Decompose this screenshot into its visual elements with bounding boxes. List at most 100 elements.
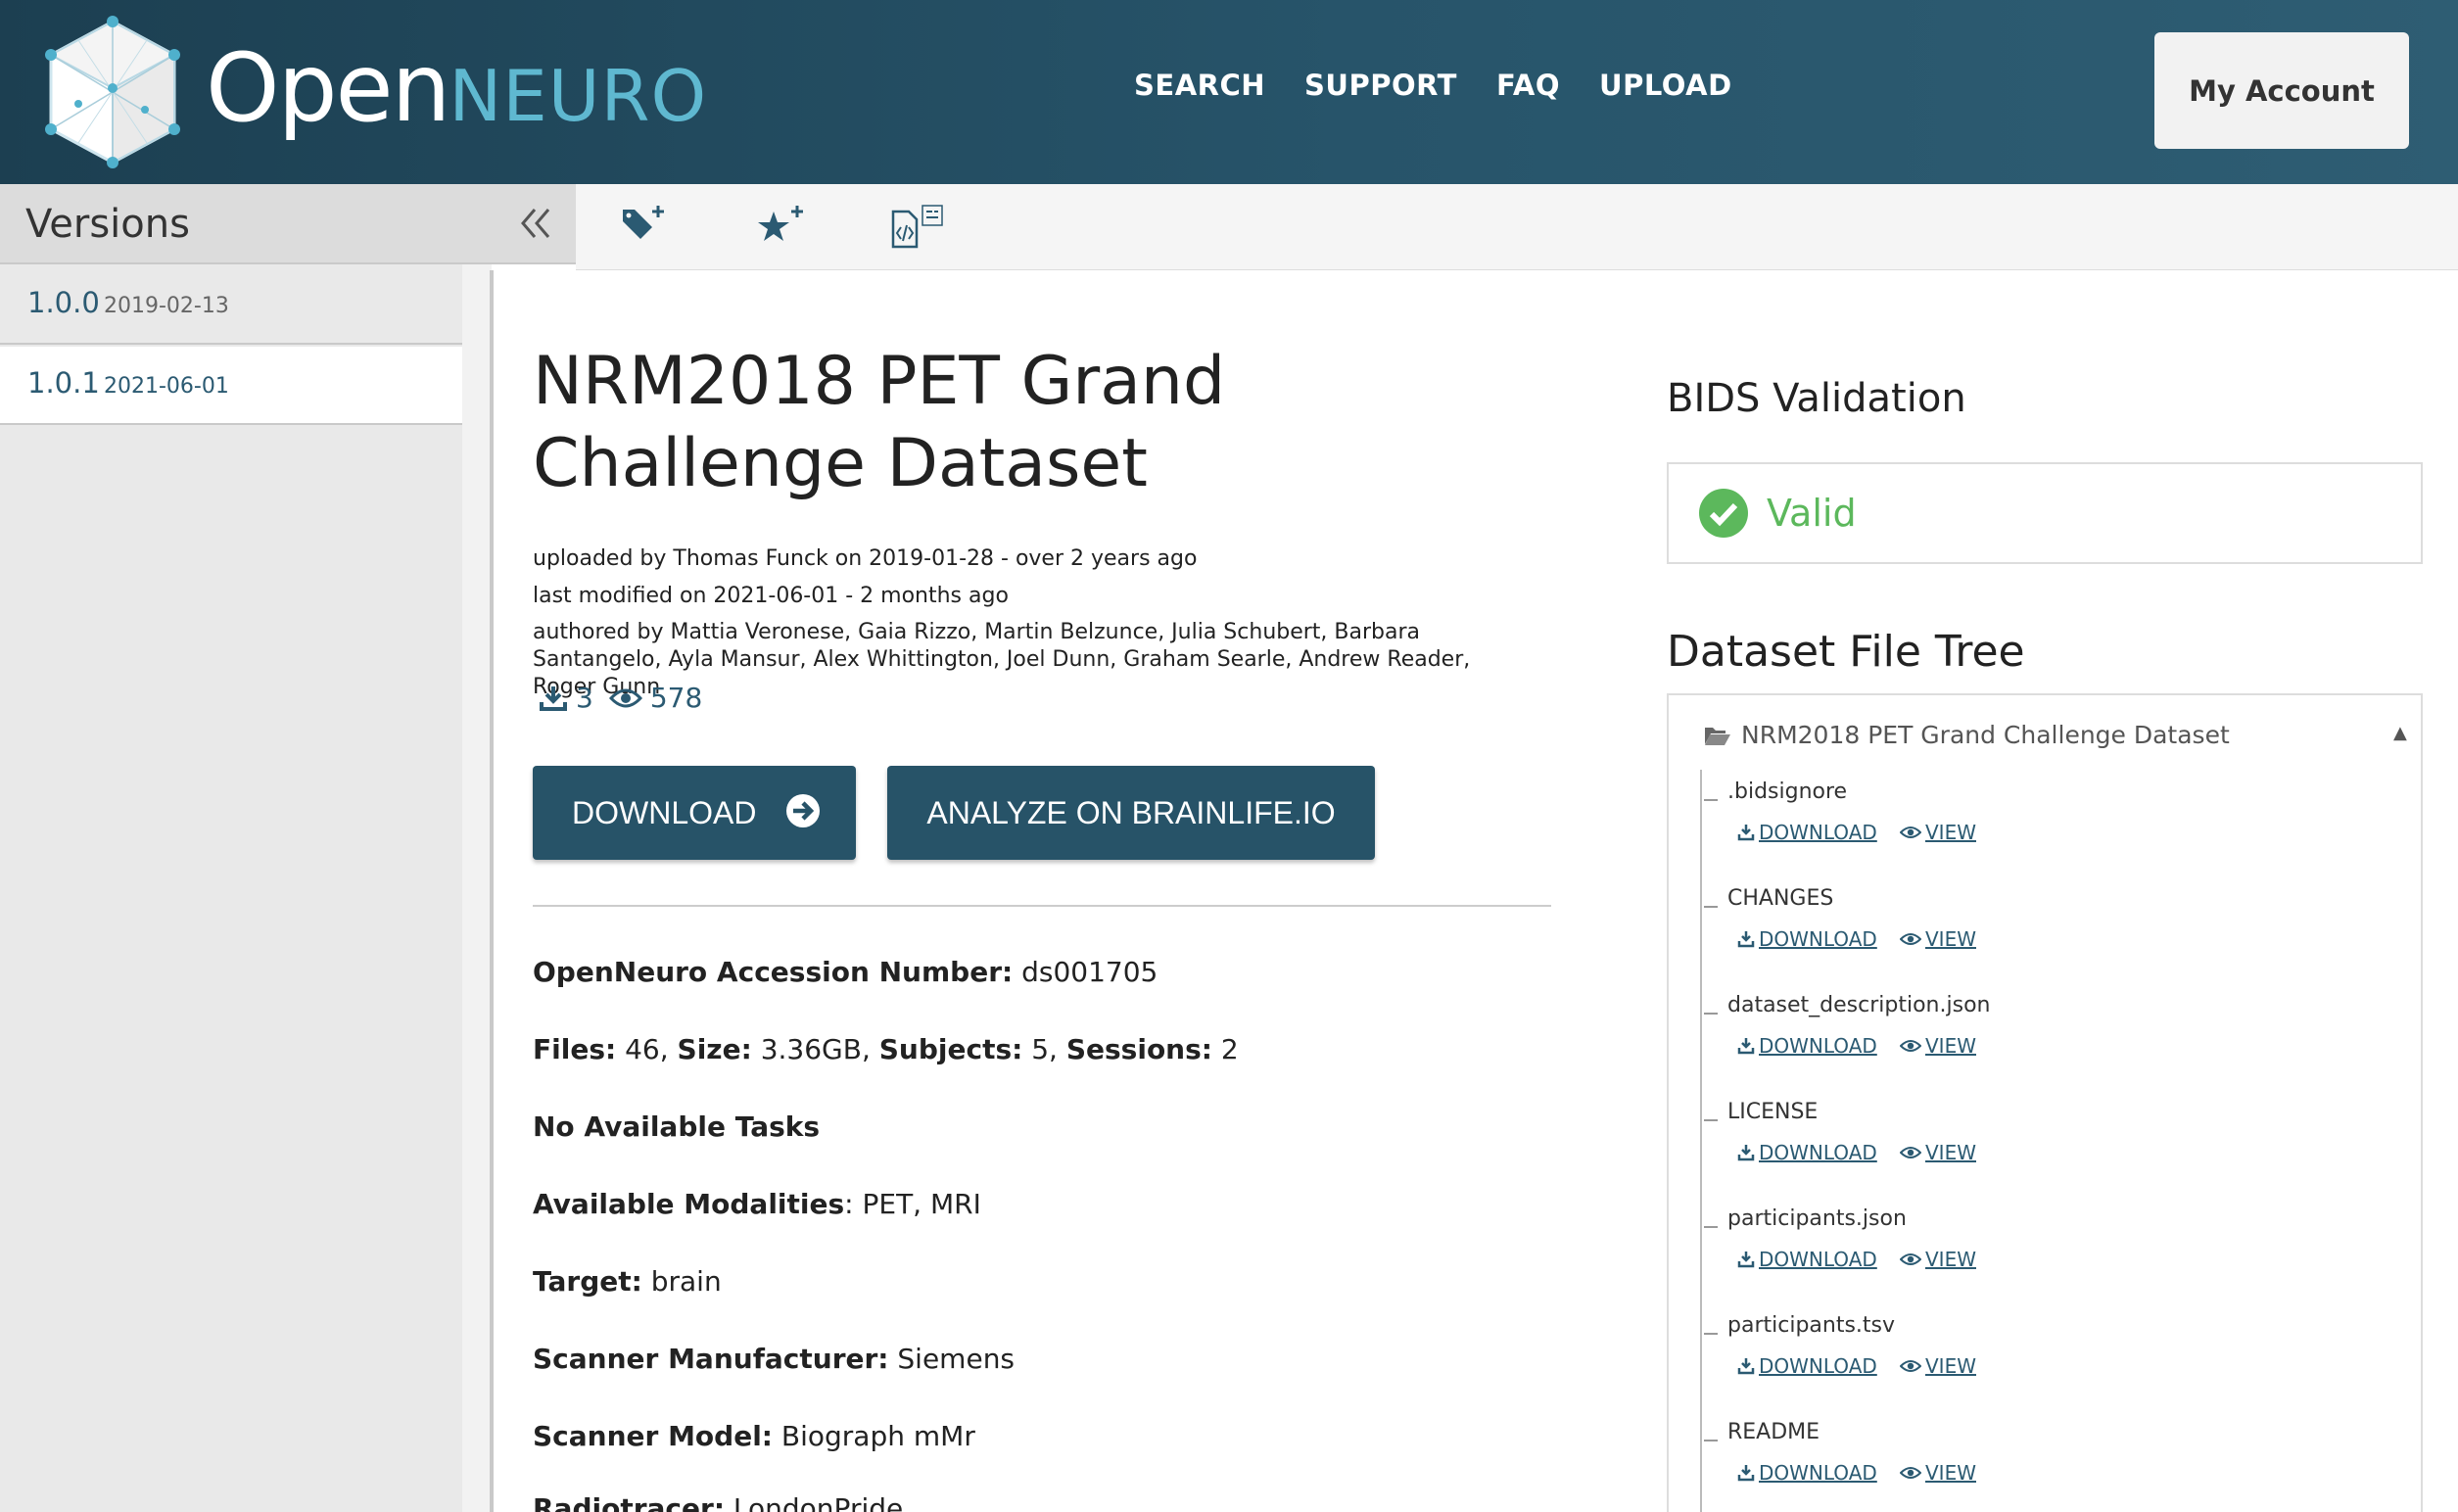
view-link-label: VIEW bbox=[1925, 1354, 1976, 1378]
download-icon bbox=[1737, 1038, 1755, 1055]
eye-icon bbox=[1900, 1147, 1921, 1158]
sidebar-scroll-gutter bbox=[462, 264, 492, 1512]
version-item-1-0-1[interactable]: 1.0.1 2021-06-01 bbox=[0, 347, 462, 425]
model-label: Scanner Model: bbox=[533, 1420, 773, 1452]
radiotracer-label: Radiotracer: bbox=[533, 1492, 726, 1512]
eye-icon bbox=[1900, 827, 1921, 838]
tree-branch bbox=[1704, 1226, 1718, 1228]
uploaded-by: uploaded by Thomas Funck on 2019-01-28 -… bbox=[533, 546, 1198, 571]
radiotracer: Radiotracer: LondonPride bbox=[533, 1492, 903, 1512]
file-download-link[interactable]: DOWNLOAD bbox=[1737, 1248, 1877, 1271]
radiotracer-value: LondonPride bbox=[733, 1492, 904, 1512]
tree-branch bbox=[1704, 1333, 1718, 1335]
version-item-1-0-0[interactable]: 1.0.0 2019-02-13 bbox=[0, 266, 462, 345]
eye-icon bbox=[1900, 1360, 1921, 1372]
star-plus-icon[interactable] bbox=[756, 204, 815, 253]
caret-up-icon[interactable]: ▲ bbox=[2393, 723, 2407, 743]
file-download-link[interactable]: DOWNLOAD bbox=[1737, 1141, 1877, 1164]
version-date: 2021-06-01 bbox=[104, 374, 229, 399]
tasks: No Available Tasks bbox=[533, 1110, 820, 1143]
file-name: participants.json bbox=[1727, 1206, 1907, 1231]
download-icon bbox=[1737, 825, 1755, 841]
scanner-model: Scanner Model: Biograph mMr bbox=[533, 1420, 975, 1452]
file-view-link[interactable]: VIEW bbox=[1900, 1354, 1976, 1378]
tree-root-folder[interactable]: NRM2018 PET Grand Challenge Dataset bbox=[1704, 721, 2230, 749]
version-date: 2019-02-13 bbox=[104, 294, 229, 318]
file-view-link[interactable]: VIEW bbox=[1900, 927, 1976, 951]
download-link-label: DOWNLOAD bbox=[1759, 1141, 1877, 1164]
collapse-sidebar-icon[interactable] bbox=[517, 204, 552, 254]
modalities: Available Modalities: PET, MRI bbox=[533, 1188, 981, 1220]
view-link-label: VIEW bbox=[1925, 927, 1976, 951]
download-icon bbox=[1737, 1252, 1755, 1268]
nav-upload[interactable]: UPLOAD bbox=[1599, 69, 1732, 102]
model-value: Biograph mMr bbox=[780, 1420, 975, 1452]
file-tree-item: LICENSE DOWNLOAD VIEW bbox=[1704, 1100, 2389, 1198]
brand-wordmark[interactable]: OpenNEURO bbox=[206, 39, 707, 145]
arrow-circle-right-icon bbox=[786, 794, 820, 827]
subjects-value: 5, bbox=[1031, 1033, 1058, 1065]
file-tree-item: participants.tsv DOWNLOAD VIEW bbox=[1704, 1313, 2389, 1411]
manufacturer-label: Scanner Manufacturer: bbox=[533, 1343, 889, 1375]
tasks-text: No Available Tasks bbox=[533, 1110, 821, 1143]
last-modified: last modified on 2021-06-01 - 2 months a… bbox=[533, 584, 1009, 608]
eye-icon bbox=[1900, 1467, 1921, 1479]
accession-number: OpenNeuro Accession Number: ds001705 bbox=[533, 956, 1158, 988]
version-number: 1.0.1 bbox=[27, 366, 100, 400]
tree-branch bbox=[1704, 1440, 1718, 1441]
tag-plus-icon[interactable] bbox=[619, 204, 678, 253]
version-number: 1.0.0 bbox=[27, 286, 100, 319]
file-code-icon[interactable] bbox=[889, 204, 948, 253]
file-download-link[interactable]: DOWNLOAD bbox=[1737, 821, 1877, 844]
file-view-link[interactable]: VIEW bbox=[1900, 1034, 1976, 1058]
main-nav: SEARCH SUPPORT FAQ UPLOAD bbox=[1134, 69, 1732, 102]
file-view-link[interactable]: VIEW bbox=[1900, 1248, 1976, 1271]
dataset-summary: Files: 46, Size: 3.36GB, Subjects: 5, Se… bbox=[533, 1033, 1239, 1065]
target-label: Target: bbox=[533, 1265, 642, 1298]
download-link-label: DOWNLOAD bbox=[1759, 1461, 1877, 1485]
download-icon bbox=[1737, 931, 1755, 948]
download-count: 3 bbox=[576, 682, 593, 714]
download-link-label: DOWNLOAD bbox=[1759, 927, 1877, 951]
validation-status: Valid bbox=[1767, 492, 1857, 535]
file-download-link[interactable]: DOWNLOAD bbox=[1737, 927, 1877, 951]
nav-search[interactable]: SEARCH bbox=[1134, 69, 1265, 102]
content-left-border bbox=[490, 270, 494, 1512]
download-icon bbox=[1737, 1145, 1755, 1161]
bids-validation-title: BIDS Validation bbox=[1667, 376, 1966, 421]
nav-faq[interactable]: FAQ bbox=[1496, 69, 1560, 102]
file-name: LICENSE bbox=[1727, 1100, 1819, 1124]
file-view-link[interactable]: VIEW bbox=[1900, 821, 1976, 844]
download-dataset-button[interactable]: DOWNLOAD bbox=[533, 766, 856, 860]
accession-value: ds001705 bbox=[1021, 956, 1158, 988]
size-label: Size: bbox=[677, 1033, 752, 1065]
file-view-link[interactable]: VIEW bbox=[1900, 1141, 1976, 1164]
view-count-icon bbox=[608, 688, 642, 707]
eye-icon bbox=[1900, 933, 1921, 945]
file-view-link[interactable]: VIEW bbox=[1900, 1461, 1976, 1485]
file-download-link[interactable]: DOWNLOAD bbox=[1737, 1461, 1877, 1485]
dataset-title: NRM2018 PET Grand Challenge Dataset bbox=[533, 343, 1226, 502]
file-download-link[interactable]: DOWNLOAD bbox=[1737, 1034, 1877, 1058]
tree-branch bbox=[1704, 1119, 1718, 1121]
openneuro-logo-icon[interactable] bbox=[39, 16, 186, 168]
top-header: OpenNEURO SEARCH SUPPORT FAQ UPLOAD My A… bbox=[0, 0, 2458, 184]
file-tree-item: dataset_description.json DOWNLOAD VIEW bbox=[1704, 993, 2389, 1091]
target-value: brain bbox=[650, 1265, 722, 1298]
analyze-brainlife-button[interactable]: ANALYZE ON BRAINLIFE.IO bbox=[887, 766, 1375, 860]
file-tree-item: .bidsignore DOWNLOAD VIEW bbox=[1704, 780, 2389, 877]
sessions-label: Sessions: bbox=[1065, 1033, 1212, 1065]
file-tree-item: CHANGES DOWNLOAD VIEW bbox=[1704, 886, 2389, 984]
scanner-manufacturer: Scanner Manufacturer: Siemens bbox=[533, 1343, 1015, 1375]
check-circle-icon bbox=[1699, 489, 1748, 538]
file-download-link[interactable]: DOWNLOAD bbox=[1737, 1354, 1877, 1378]
my-account-button[interactable]: My Account bbox=[2154, 32, 2409, 149]
manufacturer-value: Siemens bbox=[897, 1343, 1016, 1375]
tree-guide-line bbox=[1700, 770, 1702, 1512]
download-link-label: DOWNLOAD bbox=[1759, 1354, 1877, 1378]
nav-support[interactable]: SUPPORT bbox=[1304, 69, 1457, 102]
brand-open: Open bbox=[206, 33, 450, 143]
bids-validation-box[interactable]: Valid bbox=[1667, 462, 2423, 564]
download-count-icon bbox=[540, 685, 567, 711]
tree-branch bbox=[1704, 799, 1718, 801]
